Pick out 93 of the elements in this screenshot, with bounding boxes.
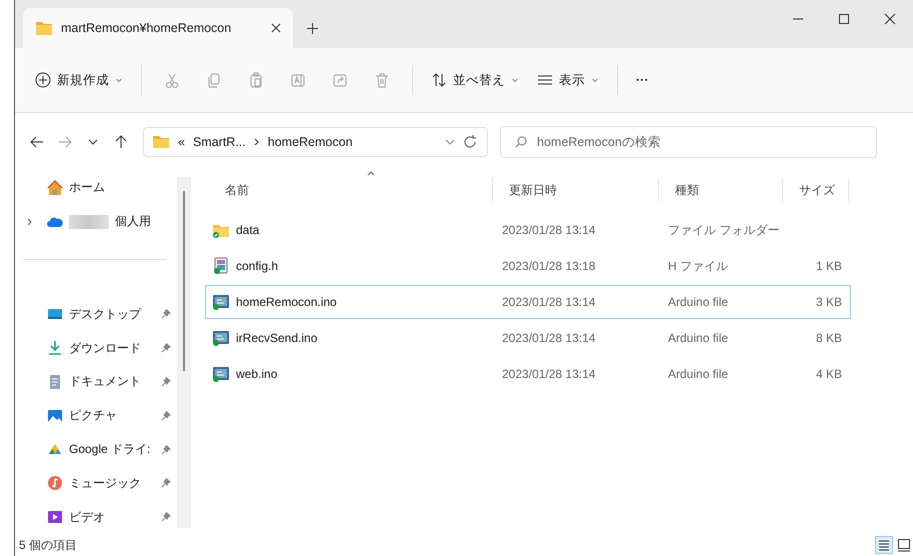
caret-icon xyxy=(115,76,123,84)
sidebar-item[interactable]: Google ドライ: xyxy=(15,432,177,466)
caret-icon xyxy=(591,76,599,84)
file-type: H ファイル xyxy=(667,258,729,274)
file-type: Arduino file xyxy=(667,331,730,345)
share-icon xyxy=(332,72,348,88)
scrollbar[interactable] xyxy=(177,177,191,528)
file-type: ファイル フォルダー xyxy=(667,222,780,238)
breadcrumb[interactable]: homeRemocon xyxy=(268,135,353,149)
refresh-icon[interactable] xyxy=(463,135,477,149)
view-button[interactable]: 表示 xyxy=(529,66,607,94)
search-icon xyxy=(515,136,527,148)
sketch-file-icon xyxy=(212,293,230,311)
download-icon xyxy=(47,340,63,356)
sidebar-item[interactable]: ドキュメント xyxy=(15,365,177,399)
sidebar-item[interactable]: ダウンロード xyxy=(15,331,177,366)
file-type: Arduino file xyxy=(667,367,730,381)
sidebar-item[interactable]: デスクトップ xyxy=(15,298,177,332)
file-size: 3 KB xyxy=(814,295,843,309)
file-size: 8 KB xyxy=(814,331,843,345)
modified-date: 2023/01/28 13:14 xyxy=(501,295,596,309)
picture-icon xyxy=(47,408,63,424)
file-row[interactable]: irRecvSend.ino 2023/01/28 13:14 Arduino file 8 KB xyxy=(205,321,851,355)
rename-icon xyxy=(290,72,306,88)
column-header[interactable]: 更新日時 xyxy=(493,178,659,202)
source-file-icon xyxy=(212,257,230,275)
file-name-text: web.ino xyxy=(236,367,278,381)
chevron-right-icon xyxy=(254,138,260,146)
search-box[interactable]: homeRemoconの検索 xyxy=(500,126,877,158)
folder-icon xyxy=(35,20,53,36)
file-row[interactable]: data 2023/01/28 13:14 ファイル フォルダー xyxy=(205,213,851,247)
new-button[interactable]: 新規作成 xyxy=(27,66,131,94)
file-name-text: irRecvSend.ino xyxy=(236,331,318,345)
address-bar[interactable]: « SmartR... homeRemocon xyxy=(143,127,488,157)
file-row[interactable]: homeRemocon.ino 2023/01/28 13:14 Arduino file 3 KB xyxy=(205,285,851,319)
pin-icon[interactable] xyxy=(161,512,171,522)
video-icon xyxy=(47,509,63,526)
file-size: 4 KB xyxy=(814,367,843,381)
breadcrumb[interactable]: SmartR... xyxy=(192,135,246,149)
modified-date: 2023/01/28 13:14 xyxy=(501,223,596,237)
file-name-text: config.h xyxy=(236,259,278,273)
search-field[interactable]: homeRemoconの検索 xyxy=(537,128,876,156)
tiles-view-button[interactable] xyxy=(895,536,913,554)
window-tab[interactable]: martRemocon¥homeRemocon xyxy=(23,8,293,48)
column-header[interactable]: 種類 xyxy=(659,178,783,202)
blurred-name xyxy=(69,214,109,229)
modified-date: 2023/01/28 13:14 xyxy=(501,331,596,345)
sidebar-item[interactable]: ミュージック xyxy=(15,466,177,500)
caret-icon xyxy=(511,76,519,84)
modified-date: 2023/01/28 13:18 xyxy=(501,259,596,273)
music-icon xyxy=(47,475,63,492)
sidebar-item[interactable]: ピクチャ xyxy=(15,398,177,433)
trash-icon xyxy=(374,72,390,88)
document-icon xyxy=(47,374,63,390)
pin-icon[interactable] xyxy=(161,376,171,387)
expand-chevron-icon[interactable] xyxy=(27,218,33,226)
pin-icon[interactable] xyxy=(161,343,171,354)
folder-icon xyxy=(152,135,170,149)
dropdown-icon[interactable] xyxy=(445,137,455,147)
sidebar-item[interactable]: 個人用 xyxy=(15,204,177,239)
file-type: Arduino file xyxy=(667,295,730,309)
copy-icon xyxy=(206,72,222,88)
sort-button[interactable]: 並べ替え xyxy=(423,66,527,94)
new-tab-icon[interactable] xyxy=(307,23,318,34)
more-button[interactable]: ··· xyxy=(628,67,656,93)
tab-title: martRemocon¥homeRemocon xyxy=(61,21,232,35)
home-icon xyxy=(47,180,63,196)
modified-date: 2023/01/28 13:14 xyxy=(501,367,596,381)
pin-icon[interactable] xyxy=(161,309,171,320)
column-header[interactable]: サイズ xyxy=(783,178,849,202)
sort-icon xyxy=(431,72,447,88)
clipboard-icon xyxy=(248,72,264,88)
sidebar-item[interactable]: ホーム xyxy=(15,171,177,205)
tiles-view-icon xyxy=(897,538,911,552)
file-row[interactable]: web.ino 2023/01/28 13:14 Arduino file 4 KB xyxy=(205,357,851,391)
details-view-button[interactable] xyxy=(875,536,893,554)
pin-icon[interactable] xyxy=(161,444,171,455)
pin-icon[interactable] xyxy=(161,478,171,488)
details-view-icon xyxy=(877,538,891,552)
sketch-file-icon xyxy=(212,329,230,347)
file-row[interactable]: config.h 2023/01/28 13:18 H ファイル 1 KB xyxy=(205,249,851,283)
sketch-file-icon xyxy=(212,365,230,383)
add-icon xyxy=(35,72,51,88)
file-name-text: homeRemocon.ino xyxy=(236,295,337,309)
sidebar-item[interactable]: ビデオ xyxy=(15,500,177,534)
item-count: 5 個の項目 xyxy=(19,536,78,554)
column-header[interactable]: 名前 xyxy=(197,178,493,202)
pin-icon[interactable] xyxy=(161,410,171,421)
overflow-chevron[interactable]: « xyxy=(178,135,185,149)
close-icon[interactable] xyxy=(271,23,281,33)
file-size: 1 KB xyxy=(814,259,843,273)
file-name-text: data xyxy=(236,223,260,237)
scissors-icon xyxy=(164,72,180,88)
